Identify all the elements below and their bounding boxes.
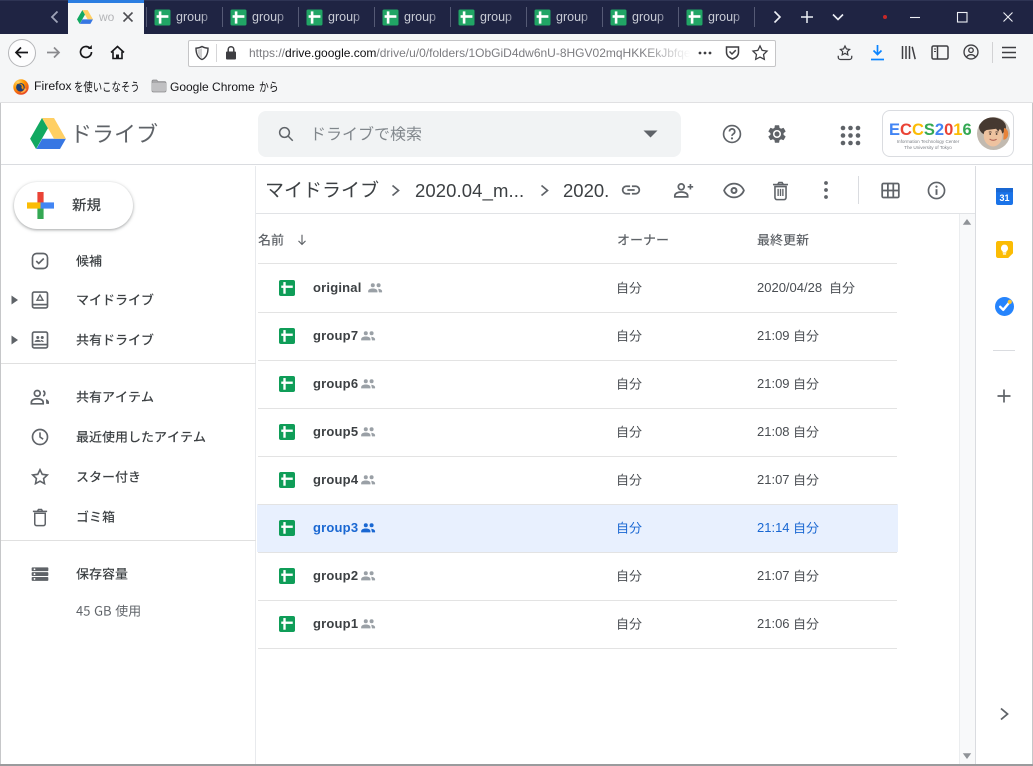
svg-text:31: 31	[999, 193, 1009, 203]
